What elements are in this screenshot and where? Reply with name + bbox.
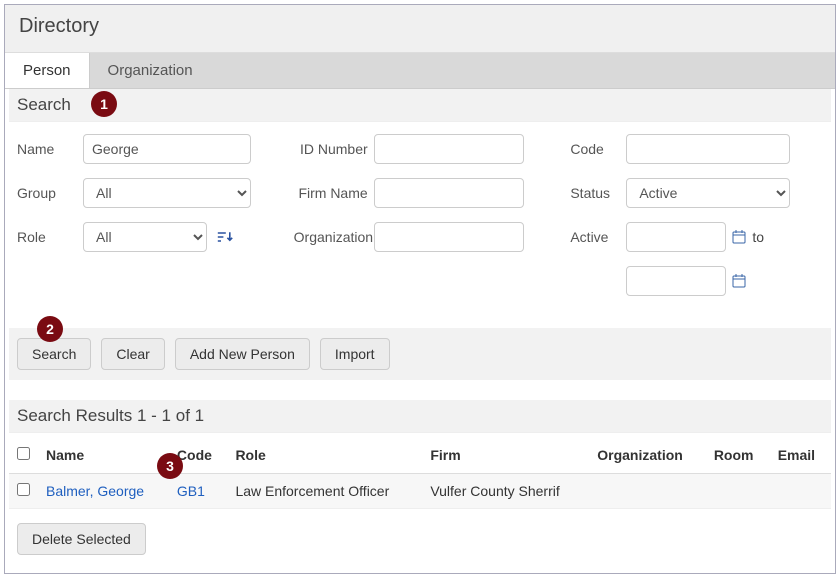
- label-organization: Organization: [294, 229, 374, 245]
- person-panel: Search 1 Name Group All: [5, 89, 835, 573]
- search-button[interactable]: Search: [17, 338, 91, 370]
- label-role: Role: [17, 229, 83, 245]
- table-row: Balmer, George GB1 Law Enforcement Offic…: [9, 474, 831, 509]
- col-email[interactable]: Email: [770, 437, 831, 474]
- delete-selected-button[interactable]: Delete Selected: [17, 523, 146, 555]
- annotation-1: 1: [91, 91, 117, 117]
- select-all-checkbox[interactable]: [17, 447, 30, 460]
- search-results: Search Results 1 - 1 of 1 Name Code Role…: [9, 400, 831, 563]
- search-heading-text: Search: [17, 95, 71, 114]
- search-button-bar: 2 Search Clear Add New Person Import: [9, 328, 831, 380]
- search-form: Name Group All Role All: [9, 122, 831, 328]
- tab-row: Person Organization: [5, 53, 835, 89]
- annotation-2: 2: [37, 316, 63, 342]
- col-organization[interactable]: Organization: [589, 437, 706, 474]
- label-active: Active: [570, 229, 626, 245]
- clear-button[interactable]: Clear: [101, 338, 164, 370]
- tab-organization[interactable]: Organization: [90, 53, 211, 88]
- row-role: Law Enforcement Officer: [227, 474, 422, 509]
- add-new-person-button[interactable]: Add New Person: [175, 338, 310, 370]
- annotation-3: 3: [157, 453, 183, 479]
- row-firm: Vulfer County Sherrif: [422, 474, 589, 509]
- label-name: Name: [17, 141, 83, 157]
- id-number-input[interactable]: [374, 134, 524, 164]
- calendar-icon[interactable]: [732, 274, 746, 288]
- firm-name-input[interactable]: [374, 178, 524, 208]
- results-table: Name Code Role Firm Organization Room Em…: [9, 437, 831, 509]
- label-group: Group: [17, 185, 83, 201]
- window-title: Directory: [5, 5, 835, 53]
- row-email: [770, 474, 831, 509]
- import-button[interactable]: Import: [320, 338, 390, 370]
- row-room: [706, 474, 770, 509]
- label-id-number: ID Number: [294, 141, 374, 157]
- role-sort-icon[interactable]: [217, 230, 233, 244]
- name-input[interactable]: [83, 134, 251, 164]
- search-heading: Search 1: [9, 89, 831, 122]
- status-select[interactable]: Active: [626, 178, 790, 208]
- organization-input[interactable]: [374, 222, 524, 252]
- row-name-link[interactable]: Balmer, George: [46, 483, 144, 499]
- code-input[interactable]: [626, 134, 790, 164]
- active-from-input[interactable]: [626, 222, 726, 252]
- directory-window: Directory Person Organization Search 1 N…: [4, 4, 836, 574]
- col-firm[interactable]: Firm: [422, 437, 589, 474]
- label-firm-name: Firm Name: [294, 185, 374, 201]
- calendar-icon[interactable]: [732, 230, 746, 244]
- tab-person[interactable]: Person: [5, 53, 90, 88]
- results-heading: Search Results 1 - 1 of 1: [9, 400, 831, 433]
- col-room[interactable]: Room: [706, 437, 770, 474]
- row-code-link[interactable]: GB1: [177, 483, 205, 499]
- col-name[interactable]: Name: [38, 437, 169, 474]
- col-role[interactable]: Role: [227, 437, 422, 474]
- label-to: to: [752, 229, 764, 245]
- group-select[interactable]: All: [83, 178, 251, 208]
- row-checkbox[interactable]: [17, 483, 30, 496]
- role-select[interactable]: All: [83, 222, 207, 252]
- label-status: Status: [570, 185, 626, 201]
- row-organization: [589, 474, 706, 509]
- label-code: Code: [570, 141, 626, 157]
- active-to-input[interactable]: [626, 266, 726, 296]
